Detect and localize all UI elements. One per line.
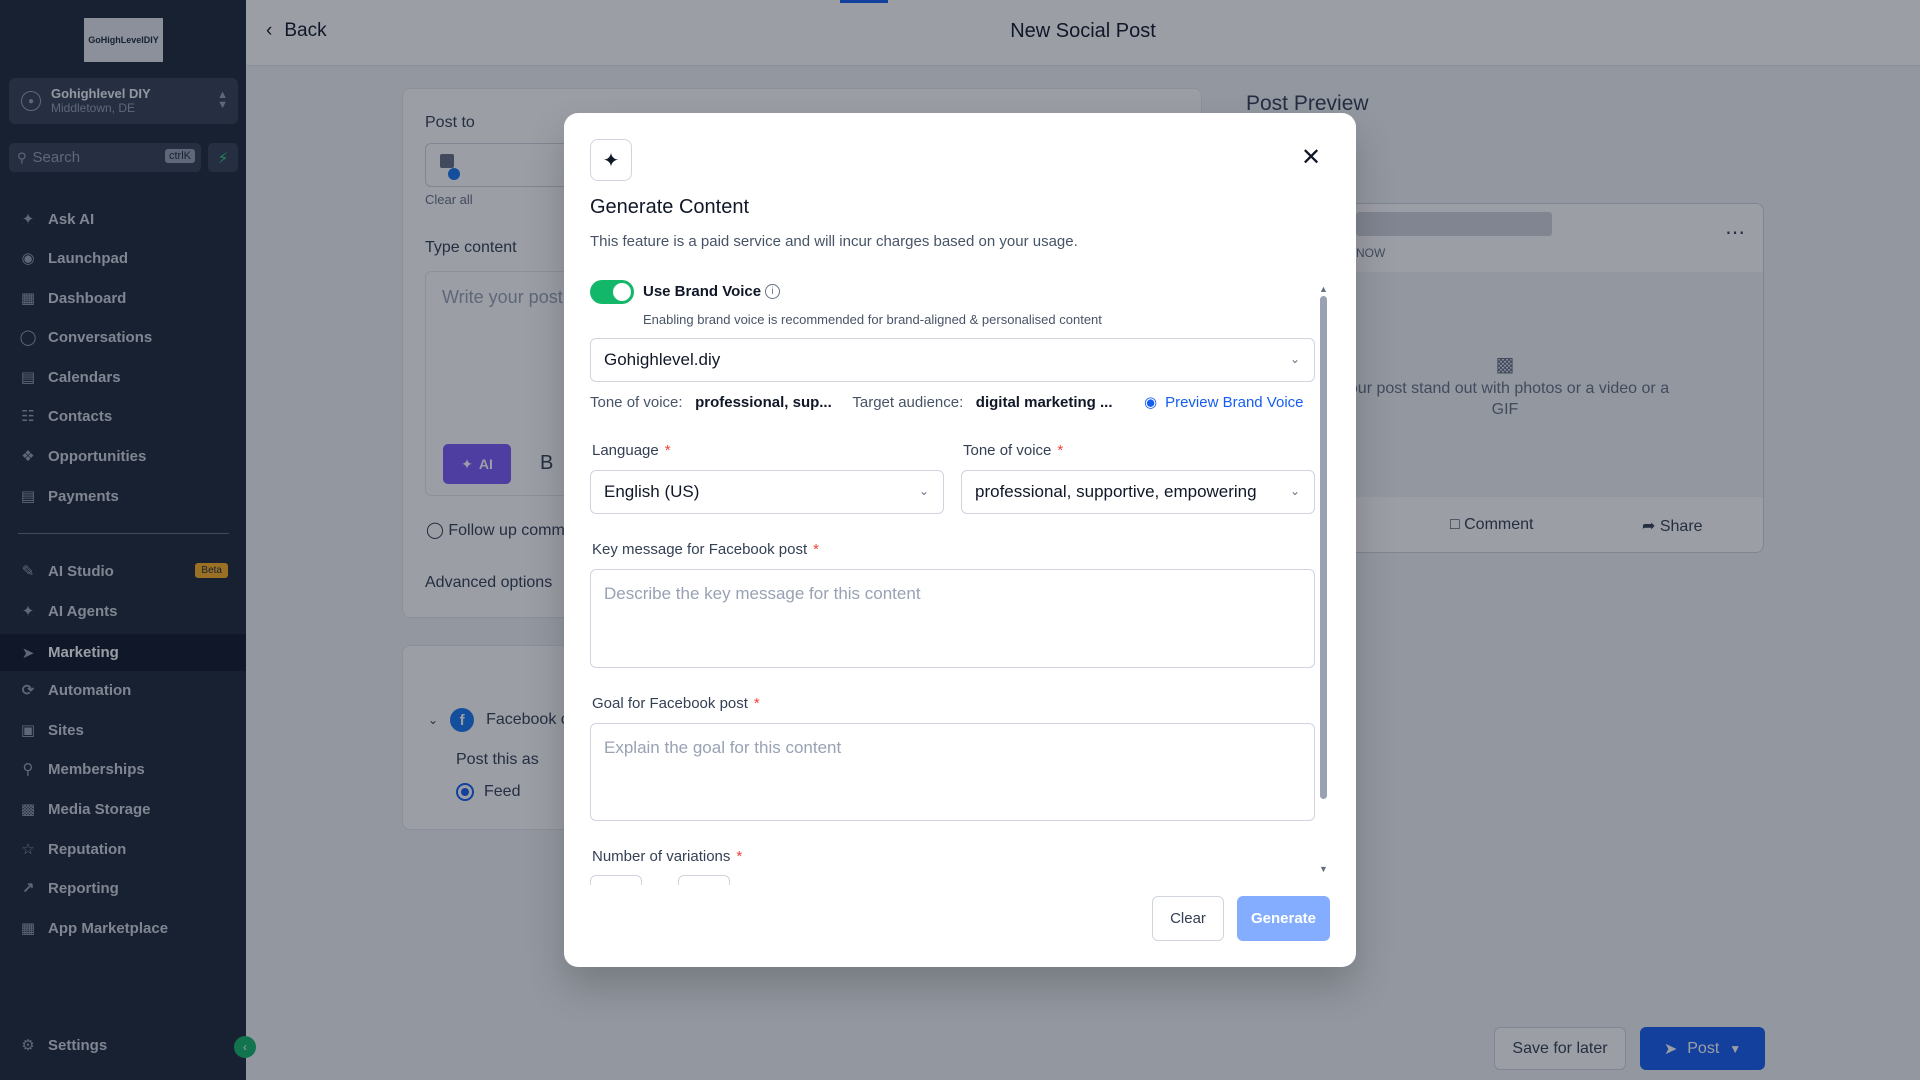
modal-title: Generate Content xyxy=(590,196,749,218)
language-label: Language * xyxy=(592,442,671,459)
clear-button[interactable]: Clear xyxy=(1152,896,1224,941)
preview-brand-voice-link[interactable]: ◉ Preview Brand Voice xyxy=(1144,393,1304,412)
close-icon[interactable]: ✕ xyxy=(1297,143,1325,171)
tone-select[interactable]: professional, supportive, empowering ⌄ xyxy=(961,470,1315,514)
modal-subtitle: This feature is a paid service and will … xyxy=(590,233,1078,250)
modal-scrollbar[interactable]: ▲ ▼ xyxy=(1319,284,1328,874)
info-icon[interactable]: i xyxy=(765,284,780,299)
scroll-thumb[interactable] xyxy=(1320,296,1327,799)
chevron-down-icon: ⌄ xyxy=(918,484,929,498)
variation-option[interactable] xyxy=(590,875,642,885)
brand-audience-value: digital marketing ... xyxy=(975,394,1113,411)
scroll-down-icon: ▼ xyxy=(1319,864,1328,874)
brand-voice-toggle[interactable] xyxy=(590,280,634,304)
brand-tone-value: professional, sup... xyxy=(695,394,832,411)
eye-icon: ◉ xyxy=(1144,394,1158,411)
goal-field[interactable]: Explain the goal for this content xyxy=(590,723,1315,821)
scroll-up-icon: ▲ xyxy=(1319,284,1328,294)
generate-button[interactable]: Generate xyxy=(1237,896,1330,941)
key-message-field[interactable]: Describe the key message for this conten… xyxy=(590,569,1315,668)
variations-label: Number of variations * xyxy=(592,848,743,865)
brand-voice-summary: Tone of voice: professional, sup... Targ… xyxy=(590,394,1113,411)
key-message-label: Key message for Facebook post * xyxy=(592,541,819,558)
chevron-down-icon: ⌄ xyxy=(1289,352,1300,366)
generate-content-modal: ✦ ✕ Generate Content This feature is a p… xyxy=(564,113,1356,967)
variation-option[interactable] xyxy=(678,875,730,885)
brand-voice-select[interactable]: Gohighlevel.diy ⌄ xyxy=(590,338,1315,382)
tone-label: Tone of voice * xyxy=(963,442,1064,459)
language-select[interactable]: English (US) ⌄ xyxy=(590,470,944,514)
brand-voice-label: Use Brand Voice xyxy=(643,283,762,300)
goal-label: Goal for Facebook post * xyxy=(592,695,760,712)
brand-voice-help: Enabling brand voice is recommended for … xyxy=(643,312,1102,327)
chevron-down-icon: ⌄ xyxy=(1289,484,1300,498)
sparkle-icon: ✦ xyxy=(590,139,632,181)
